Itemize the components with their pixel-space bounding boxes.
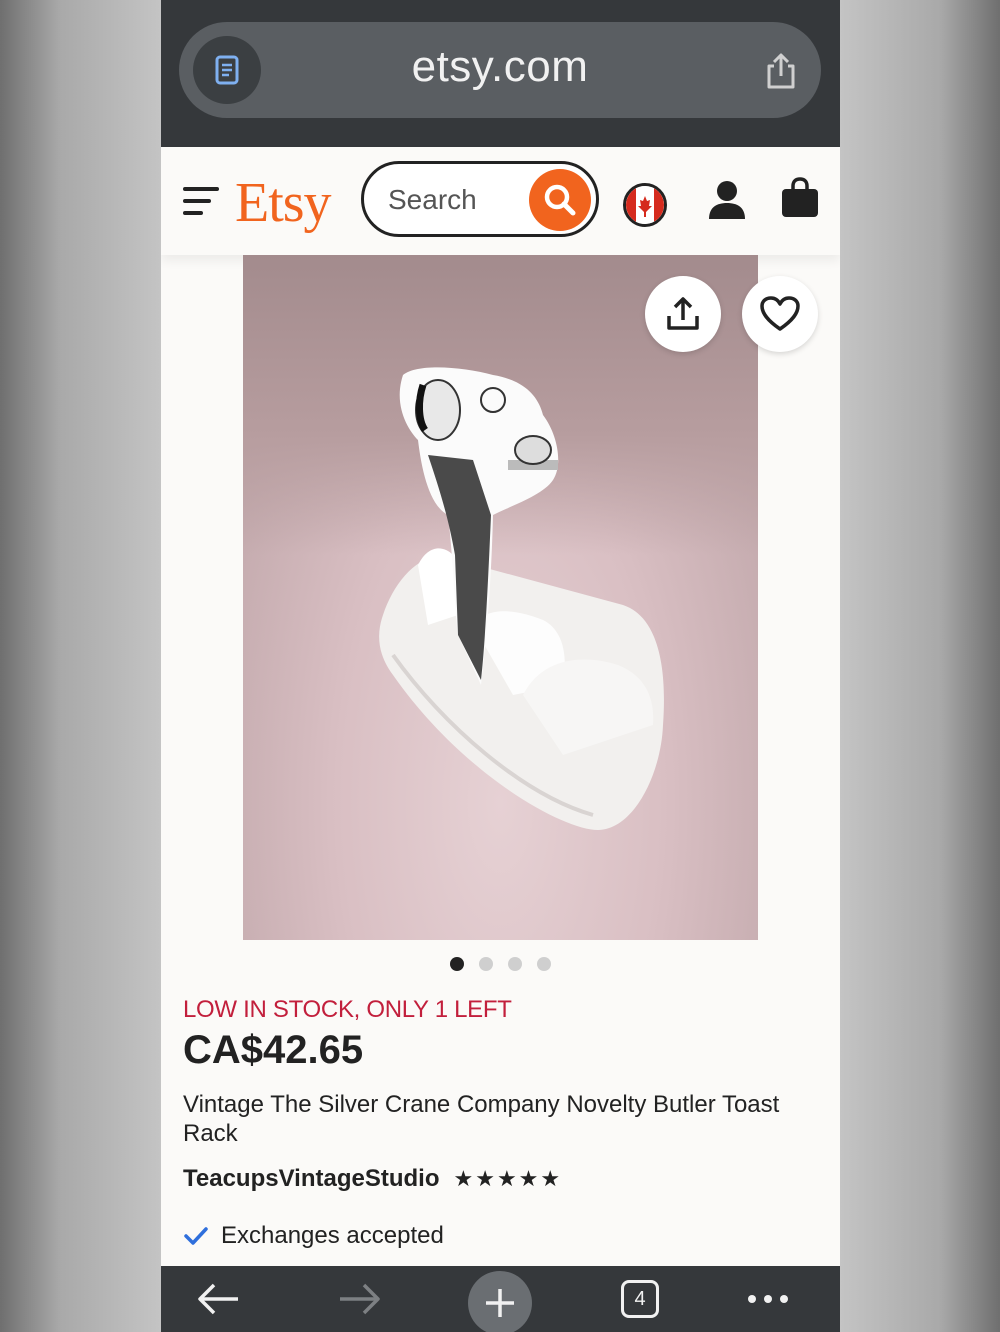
product-title: Vintage The Silver Crane Company Novelty… (183, 1091, 780, 1147)
url-text: etsy.com (411, 42, 589, 91)
search-icon (544, 184, 576, 216)
exchanges-row: Exchanges accepted (183, 1222, 444, 1250)
toast-rack-illustration (379, 367, 664, 830)
shop-row[interactable]: TeacupsVintageStudio ★★★★★ (183, 1165, 562, 1193)
share-icon[interactable] (763, 52, 799, 90)
checkmark-icon (184, 1227, 208, 1245)
user-icon[interactable] (707, 179, 747, 221)
back-button[interactable] (191, 1266, 245, 1332)
forward-button[interactable] (333, 1266, 387, 1332)
url-field[interactable]: etsy.com (179, 22, 821, 118)
share-icon (667, 297, 699, 330)
carousel-dot[interactable] (537, 957, 551, 971)
carousel-dot[interactable] (479, 957, 493, 971)
more-icon (748, 1295, 788, 1303)
product-image[interactable] (243, 255, 758, 940)
tabs-button[interactable]: 4 (618, 1266, 662, 1332)
stock-alert: LOW IN STOCK, ONLY 1 LEFT (183, 996, 512, 1023)
back-arrow-icon (198, 1283, 238, 1315)
heart-icon (760, 296, 800, 331)
search-input[interactable]: Search (361, 161, 599, 237)
exchanges-text: Exchanges accepted (221, 1222, 444, 1249)
favorite-button[interactable] (742, 276, 818, 352)
product-price: CA$42.65 (183, 1028, 364, 1072)
shopping-bag-icon[interactable] (780, 177, 820, 219)
canada-flag-icon[interactable] (623, 183, 667, 227)
phone-screen: etsy.com Etsy Search LOW IN STOCK, ONLY … (161, 0, 840, 1332)
tab-count: 4 (621, 1280, 659, 1318)
new-tab-button[interactable] (468, 1266, 532, 1332)
browser-address-bar: etsy.com (161, 0, 840, 147)
carousel-dot[interactable] (450, 957, 464, 971)
star-rating: ★★★★★ (453, 1166, 563, 1191)
shop-name[interactable]: TeacupsVintageStudio (183, 1165, 440, 1193)
plus-icon (486, 1289, 514, 1317)
share-button[interactable] (645, 276, 721, 352)
forward-arrow-icon (340, 1283, 380, 1315)
carousel-dot[interactable] (508, 957, 522, 971)
menu-icon[interactable] (183, 187, 219, 215)
etsy-logo[interactable]: Etsy (235, 171, 332, 235)
browser-toolbar: 4 (161, 1266, 840, 1332)
search-button[interactable] (529, 169, 591, 231)
search-placeholder: Search (388, 184, 477, 215)
site-header: Etsy Search (161, 147, 840, 255)
image-carousel-dots[interactable] (161, 957, 840, 971)
more-options-button[interactable] (745, 1266, 791, 1332)
